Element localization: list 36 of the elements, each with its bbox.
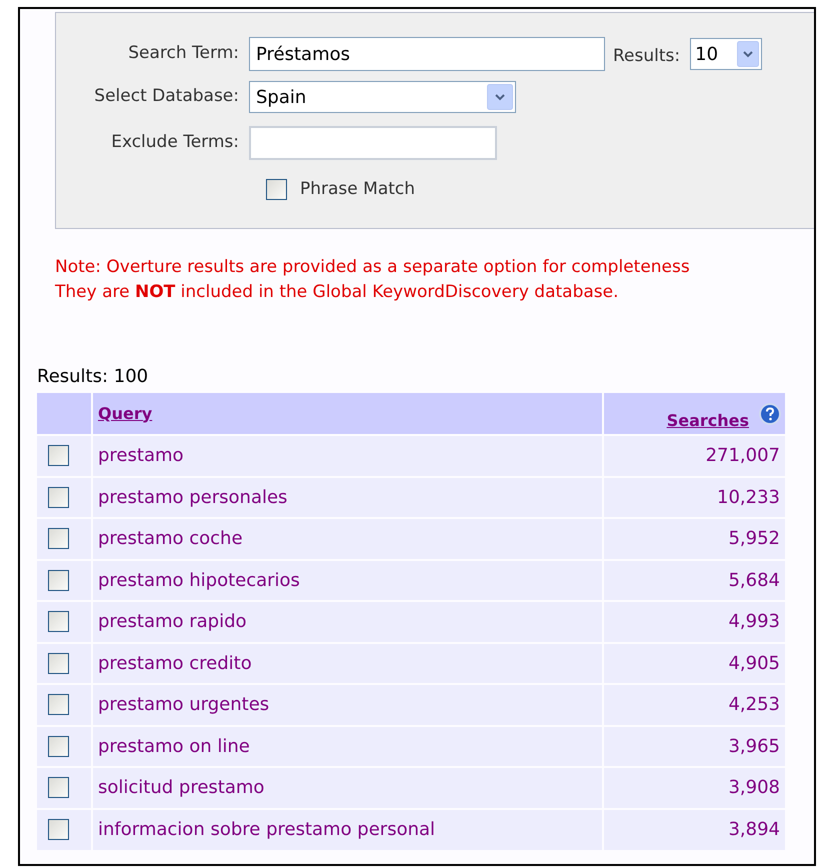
field-label: Select Database: (93, 85, 240, 108)
searches-cell: 4,993 (603, 601, 785, 642)
note-text: They are NOT included in the Global KeywordDiscovery database. (55, 281, 619, 304)
field-label: Search Term: (127, 42, 240, 66)
search-term-field[interactable]: Préstamos (249, 37, 605, 71)
searches-cell: 4,253 (603, 684, 785, 726)
query-column-link[interactable]: Query (98, 404, 152, 422)
checkbox[interactable] (48, 528, 69, 550)
checkbox[interactable] (48, 611, 69, 632)
checkbox[interactable] (266, 179, 287, 200)
checkbox-label: Phrase Match (300, 178, 416, 201)
searches-cell: 271,007 (603, 435, 785, 476)
checkbox[interactable] (48, 694, 69, 716)
searches-cell: 5,684 (603, 560, 785, 601)
searches-cell: 4,905 (603, 642, 785, 684)
results-dropdown[interactable]: 10 (690, 38, 762, 70)
results-count: Results: 100 (37, 365, 148, 389)
searches-cell: 3,894 (603, 808, 785, 850)
searches-cell: 5,952 (603, 518, 785, 560)
checkbox[interactable] (48, 445, 69, 466)
checkbox[interactable] (48, 777, 69, 798)
checkbox[interactable] (48, 652, 69, 674)
field-label: Results: (613, 45, 680, 68)
checkbox[interactable] (48, 819, 69, 840)
field-label: Exclude Terms: (110, 131, 240, 154)
query-cell: informacion sobre prestamo personal (92, 808, 603, 850)
searches-cell: 10,233 (603, 476, 785, 518)
exclude-terms-field[interactable] (249, 126, 497, 160)
database-dropdown[interactable]: Spain (249, 81, 516, 113)
help-icon[interactable] (759, 402, 781, 424)
searches-cell: 3,908 (603, 767, 785, 808)
note-text: Note: Overture results are provided as a separate option for completeness (55, 256, 690, 279)
checkbox[interactable] (48, 486, 69, 508)
checkbox[interactable] (48, 736, 69, 757)
searches-cell: 3,965 (603, 726, 785, 767)
checkbox[interactable] (48, 570, 69, 591)
